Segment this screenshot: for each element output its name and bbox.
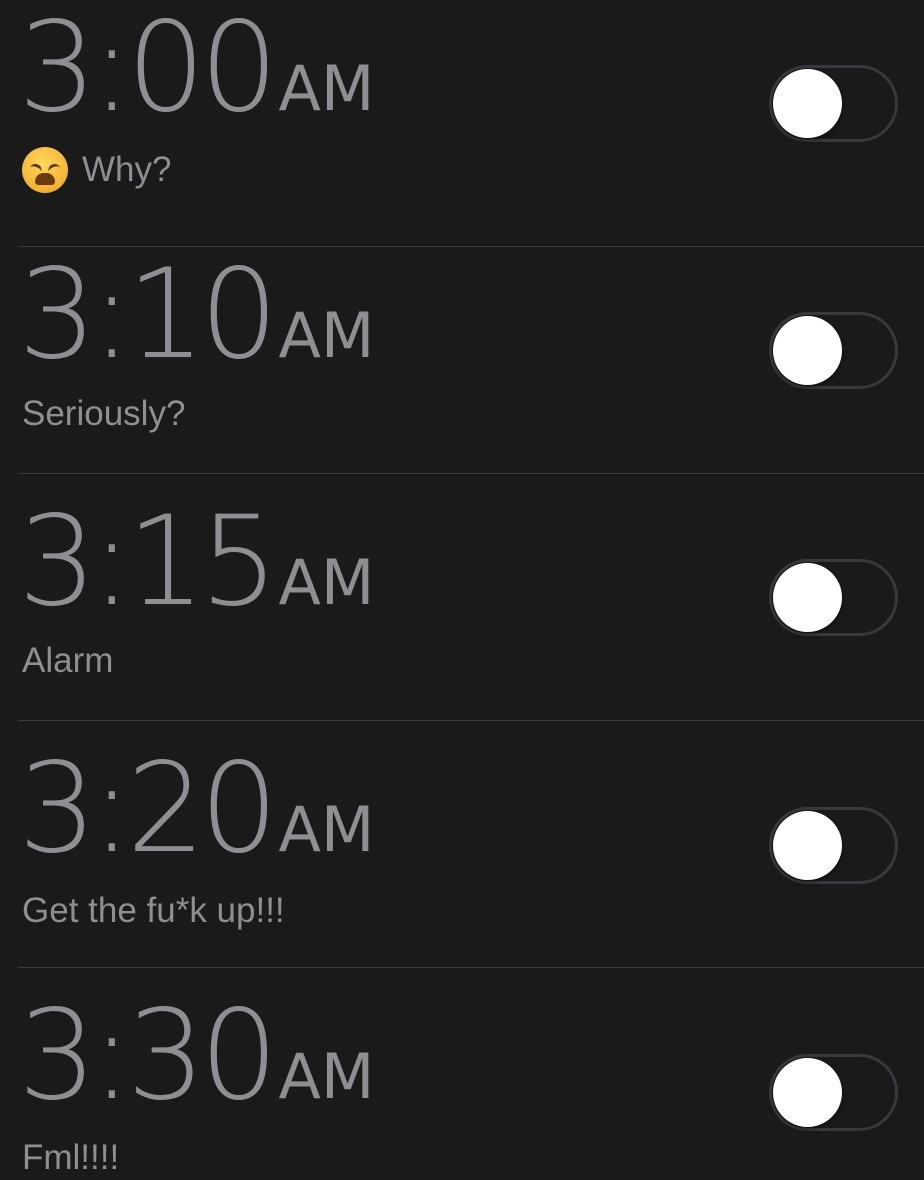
- alarm-period: AM: [278, 52, 375, 125]
- alarm-time-value: 3:10: [18, 243, 278, 387]
- toggle-knob: [773, 69, 842, 138]
- alarm-label: Seriously?: [22, 392, 185, 436]
- alarm-time-value: 3:30: [18, 984, 278, 1128]
- toggle-knob: [773, 563, 842, 632]
- alarm-time: 3:15AM: [18, 500, 374, 624]
- weary-face-icon: [22, 147, 68, 193]
- alarm-toggle[interactable]: [769, 65, 898, 142]
- toggle-knob: [773, 316, 842, 385]
- alarm-label: Why?: [22, 147, 172, 193]
- alarm-row[interactable]: 3:20AM Get the fu*k up!!!: [0, 721, 924, 968]
- alarm-time-value: 3:15: [18, 490, 278, 634]
- alarm-row[interactable]: 3:00AM Why?: [0, 0, 924, 247]
- alarm-time: 3:00AM: [18, 6, 374, 130]
- alarm-row[interactable]: 3:10AM Seriously?: [0, 227, 924, 474]
- toggle-knob: [773, 811, 842, 880]
- alarm-label-text: Alarm: [22, 641, 114, 680]
- alarm-label: Alarm: [22, 639, 113, 683]
- alarm-row[interactable]: 3:30AM Fml!!!!: [0, 968, 924, 1178]
- alarm-period: AM: [278, 299, 375, 372]
- alarm-time-value: 3:00: [18, 0, 278, 140]
- alarm-label-text: Get the fu*k up!!!: [22, 891, 285, 930]
- alarm-period: AM: [278, 793, 375, 866]
- alarm-toggle[interactable]: [769, 1054, 898, 1131]
- alarm-label: Get the fu*k up!!!: [22, 889, 285, 933]
- alarm-time: 3:10AM: [18, 253, 374, 377]
- alarm-time: 3:20AM: [18, 747, 374, 871]
- toggle-knob: [773, 1058, 842, 1127]
- alarm-label-text: Seriously?: [22, 394, 186, 433]
- alarm-label-text: Fml!!!!: [22, 1138, 120, 1177]
- alarm-label: Fml!!!!: [22, 1136, 119, 1180]
- alarm-period: AM: [278, 1040, 375, 1113]
- alarm-toggle[interactable]: [769, 312, 898, 389]
- alarm-row[interactable]: 3:15AM Alarm: [0, 474, 924, 721]
- alarm-time-value: 3:20: [18, 737, 278, 881]
- alarm-list: 3:00AM Why? 3:10AM Seriously? 3:15AM Ala…: [0, 0, 924, 1178]
- alarm-toggle[interactable]: [769, 559, 898, 636]
- alarm-toggle[interactable]: [769, 807, 898, 884]
- alarm-label-text: Why?: [82, 150, 172, 189]
- alarm-period: AM: [278, 546, 375, 619]
- alarm-time: 3:30AM: [18, 994, 374, 1118]
